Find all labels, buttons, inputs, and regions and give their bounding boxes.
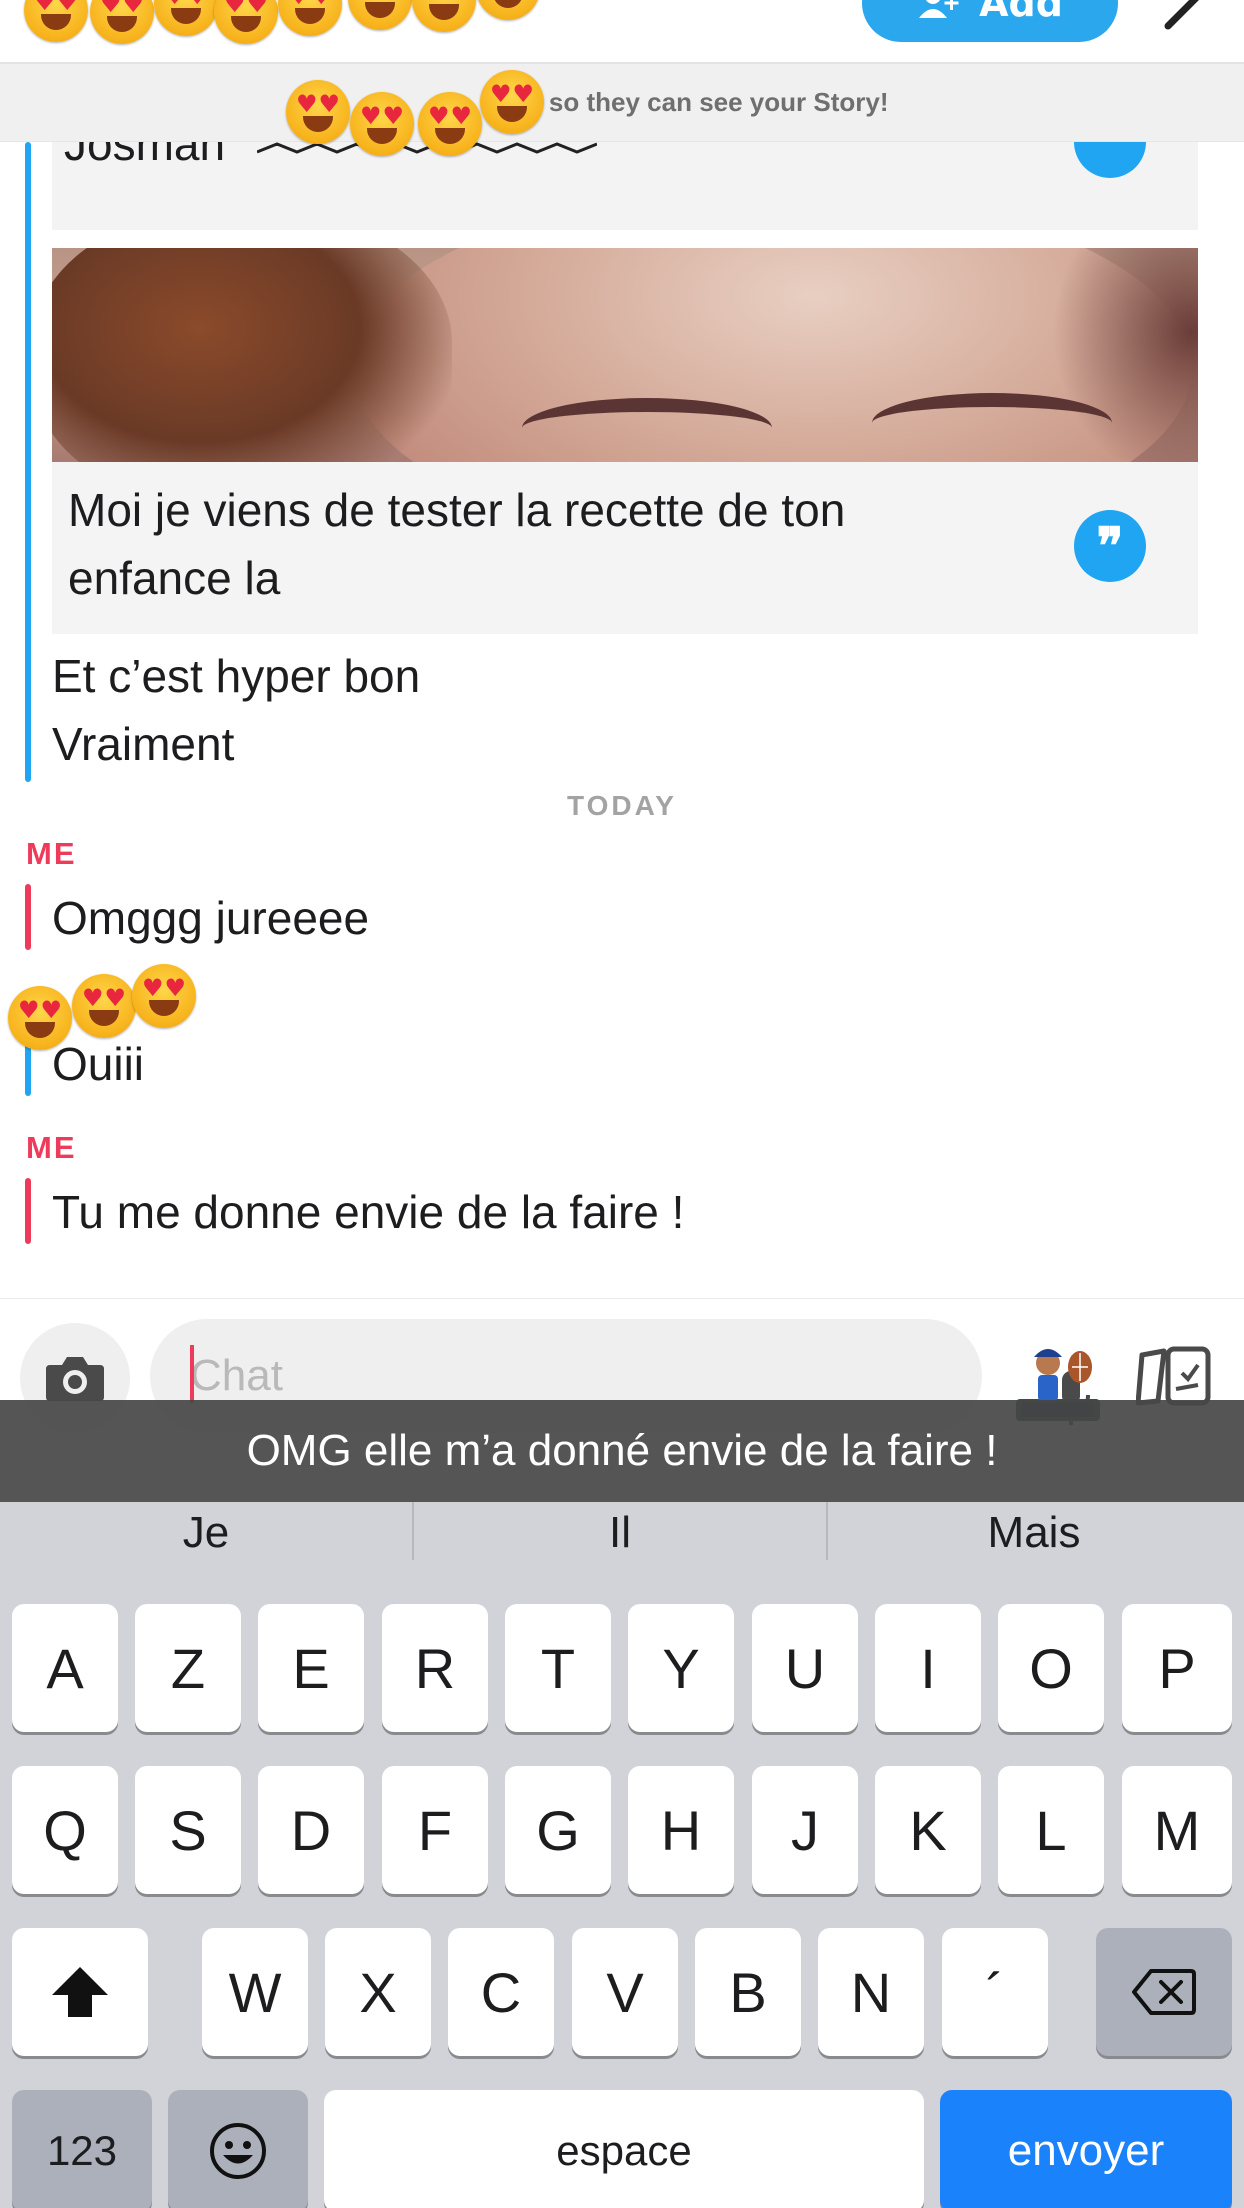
heart-eyes-emoji	[480, 70, 544, 134]
quoted-card[interactable]: Josman ❞	[52, 142, 1198, 230]
key[interactable]: W	[202, 1928, 308, 2056]
friend-message[interactable]: Vraiment	[52, 710, 234, 778]
key[interactable]: J	[752, 1766, 858, 1894]
heart-eyes-emoji	[350, 92, 414, 156]
add-friend-icon	[919, 0, 959, 18]
heart-eyes-emoji	[8, 986, 72, 1050]
me-message[interactable]: Tu me donne envie de la faire !	[52, 1178, 684, 1246]
key[interactable]: N	[818, 1928, 924, 2056]
key[interactable]: A	[12, 1604, 118, 1732]
friend-message-bar	[25, 142, 31, 782]
key[interactable]: U	[752, 1604, 858, 1732]
key[interactable]: ´	[942, 1928, 1048, 2056]
key[interactable]: C	[448, 1928, 554, 2056]
space-key[interactable]: espace	[324, 2090, 924, 2208]
cards-icon[interactable]	[1136, 1345, 1212, 1407]
key[interactable]: O	[998, 1604, 1104, 1732]
send-key[interactable]: envoyer	[940, 2090, 1232, 2208]
key[interactable]: F	[382, 1766, 488, 1894]
chat-input-bar	[0, 1298, 1244, 1433]
key[interactable]: R	[382, 1604, 488, 1732]
suggestion-item[interactable]: Je	[0, 1502, 412, 1564]
quoted-caption-card[interactable]: Moi je viens de tester la recette de ton…	[52, 462, 1198, 634]
date-divider: TODAY	[567, 790, 677, 821]
friend-message[interactable]: Ouiii	[52, 1030, 144, 1098]
keyboard: Je Il Mais A Z E R T Y U I O P Q S D F G…	[0, 1502, 1244, 2208]
predictive-bar: Je Il Mais	[0, 1502, 1244, 1564]
me-message[interactable]: Omggg jureeee	[52, 884, 369, 952]
key[interactable]: G	[505, 1766, 611, 1894]
add-button-label: Add	[979, 0, 1063, 25]
caption-text: OMG elle m’a donné envie de la faire !	[246, 1426, 998, 1475]
camera-icon	[46, 1357, 104, 1401]
backspace-key[interactable]	[1096, 1928, 1232, 2056]
story-banner[interactable]: end so they can see your Story!	[0, 64, 1244, 142]
text-caret	[190, 1345, 194, 1403]
heart-eyes-emoji	[418, 92, 482, 156]
quote-icon[interactable]: ❞	[1074, 142, 1146, 178]
key[interactable]: H	[628, 1766, 734, 1894]
heart-eyes-emoji	[72, 974, 136, 1038]
key[interactable]: E	[258, 1604, 364, 1732]
heart-eyes-emoji	[286, 80, 350, 144]
shift-icon	[52, 1967, 108, 2017]
suggestion-item[interactable]: Mais	[828, 1502, 1240, 1564]
suggestion-item[interactable]: Il	[414, 1502, 826, 1564]
key[interactable]: K	[875, 1766, 981, 1894]
numbers-key[interactable]: 123	[12, 2090, 152, 2208]
add-friend-button[interactable]: Add	[862, 0, 1118, 42]
emoji-icon	[210, 2123, 266, 2179]
key[interactable]: B	[695, 1928, 801, 2056]
quote-icon[interactable]: ❞	[1074, 510, 1146, 582]
shift-key[interactable]	[12, 1928, 148, 2056]
key[interactable]: P	[1122, 1604, 1232, 1732]
sender-label-me: ME	[26, 1130, 77, 1165]
key[interactable]: S	[135, 1766, 241, 1894]
key[interactable]: D	[258, 1766, 364, 1894]
key[interactable]: L	[998, 1766, 1104, 1894]
key[interactable]: Z	[135, 1604, 241, 1732]
sender-label-me: ME	[26, 836, 77, 871]
key[interactable]: I	[875, 1604, 981, 1732]
key[interactable]: Y	[628, 1604, 734, 1732]
quoted-caption: Moi je viens de tester la recette de ton…	[68, 484, 846, 604]
shared-photo[interactable]	[52, 248, 1198, 462]
friend-message[interactable]: Et c’est hyper bon	[52, 642, 420, 710]
me-message-bar	[25, 884, 31, 950]
backspace-icon	[1132, 1969, 1196, 2015]
story-banner-text: end so they can see your Story!	[495, 87, 889, 117]
key[interactable]: T	[505, 1604, 611, 1732]
key[interactable]: M	[1122, 1766, 1232, 1894]
key[interactable]: V	[572, 1928, 678, 2056]
chat-messages[interactable]: Josman ❞ Moi je viens de tester la recet…	[0, 142, 1244, 1298]
heart-eyes-emoji	[132, 964, 196, 1028]
edit-icon[interactable]	[1160, 0, 1210, 30]
me-message-bar	[25, 1178, 31, 1244]
key[interactable]: Q	[12, 1766, 118, 1894]
caption-overlay: OMG elle m’a donné envie de la faire !	[0, 1400, 1244, 1502]
emoji-key[interactable]	[168, 2090, 308, 2208]
quoted-sender-name: Josman	[64, 142, 226, 170]
key[interactable]: X	[325, 1928, 431, 2056]
